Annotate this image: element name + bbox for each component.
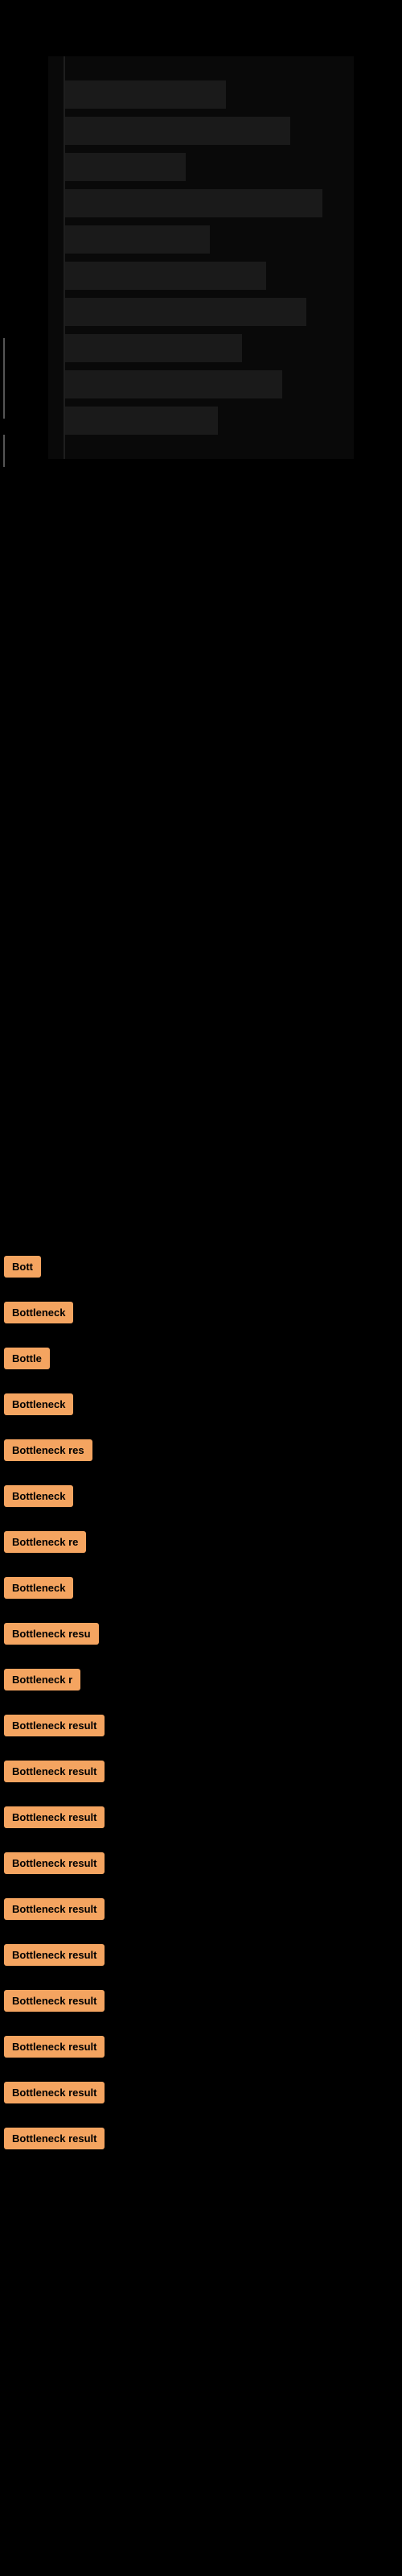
bottleneck-badge-20: Bottleneck result [4, 2128, 105, 2149]
bottleneck-badge-12: Bottleneck result [4, 1761, 105, 1782]
bottleneck-item-19: Bottleneck result [0, 2082, 402, 2103]
bar-chart [0, 16, 402, 499]
bottleneck-item-2: Bottleneck [0, 1302, 402, 1323]
bottleneck-item-11: Bottleneck result [0, 1715, 402, 1736]
bottleneck-badge-19: Bottleneck result [4, 2082, 105, 2103]
bottleneck-badge-13: Bottleneck result [4, 1806, 105, 1828]
bottleneck-badge-9: Bottleneck resu [4, 1623, 99, 1645]
bottleneck-item-15: Bottleneck result [0, 1898, 402, 1920]
results-container: Bott Bottleneck Bottle Bottleneck Bottleneck… [0, 499, 402, 2149]
bottleneck-badge-3: Bottle [4, 1348, 50, 1369]
bottleneck-badge-8: Bottleneck [4, 1577, 73, 1599]
bottleneck-badge-7: Bottleneck re [4, 1531, 86, 1553]
bottleneck-item-1: Bott [0, 1256, 402, 1278]
bottleneck-item-10: Bottleneck r [0, 1669, 402, 1690]
bottleneck-badge-16: Bottleneck result [4, 1944, 105, 1966]
bottleneck-badge-1: Bott [4, 1256, 41, 1278]
bottleneck-item-9: Bottleneck resu [0, 1623, 402, 1645]
bottleneck-item-16: Bottleneck result [0, 1944, 402, 1966]
bottleneck-badge-6: Bottleneck [4, 1485, 73, 1507]
bottleneck-item-4: Bottleneck [0, 1393, 402, 1415]
bottleneck-badge-5: Bottleneck res [4, 1439, 92, 1461]
bottleneck-item-3: Bottle [0, 1348, 402, 1369]
bottleneck-item-6: Bottleneck [0, 1485, 402, 1507]
spacer-top [0, 499, 402, 1256]
bottleneck-item-8: Bottleneck [0, 1577, 402, 1599]
bottleneck-item-13: Bottleneck result [0, 1806, 402, 1828]
bottleneck-badge-11: Bottleneck result [4, 1715, 105, 1736]
bottleneck-badge-17: Bottleneck result [4, 1990, 105, 2012]
bottleneck-item-12: Bottleneck result [0, 1761, 402, 1782]
bottleneck-item-17: Bottleneck result [0, 1990, 402, 2012]
bottleneck-badge-15: Bottleneck result [4, 1898, 105, 1920]
bottleneck-list: Bott Bottleneck Bottle Bottleneck Bottleneck… [0, 499, 402, 2149]
chart-area [0, 16, 402, 499]
bottleneck-item-7: Bottleneck re [0, 1531, 402, 1553]
bottleneck-badge-14: Bottleneck result [4, 1852, 105, 1874]
bottleneck-item-14: Bottleneck result [0, 1852, 402, 1874]
bottleneck-badge-4: Bottleneck [4, 1393, 73, 1415]
bottleneck-item-20: Bottleneck result [0, 2128, 402, 2149]
bottleneck-badge-10: Bottleneck r [4, 1669, 80, 1690]
site-title [0, 0, 402, 16]
bottleneck-badge-2: Bottleneck [4, 1302, 73, 1323]
bottleneck-item-18: Bottleneck result [0, 2036, 402, 2058]
bottleneck-item-5: Bottleneck res [0, 1439, 402, 1461]
bottleneck-badge-18: Bottleneck result [4, 2036, 105, 2058]
